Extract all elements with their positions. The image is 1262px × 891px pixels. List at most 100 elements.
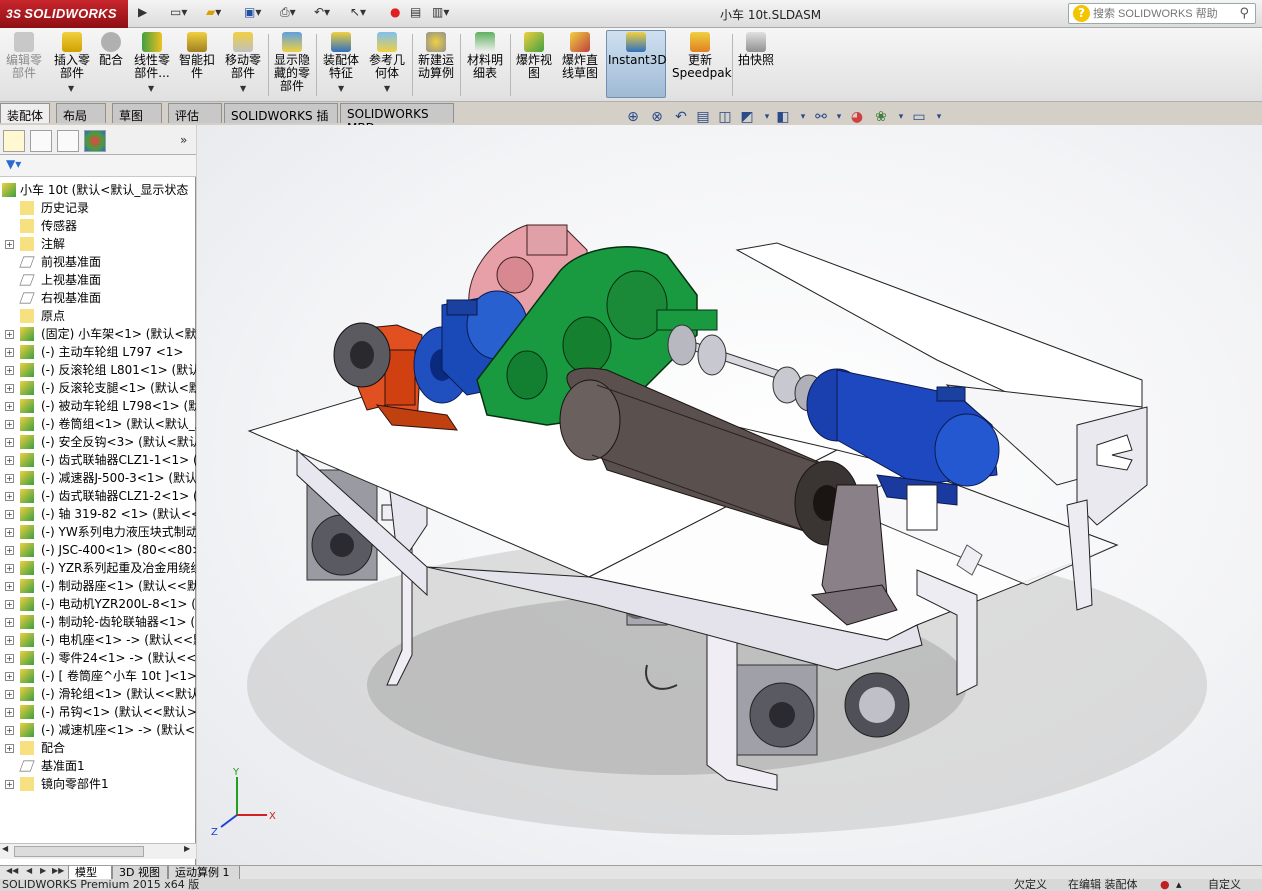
tab-assembly[interactable]: 装配体 — [0, 103, 50, 123]
chevron-down-icon[interactable]: ▼ — [240, 84, 246, 102]
mate-button[interactable]: 配合 — [96, 32, 126, 67]
show-hidden-components-button[interactable]: 显示隐 藏的零 部件 — [272, 32, 312, 93]
tree-item[interactable]: + (-) 被动车轮组 L798<1> (默 — [0, 397, 196, 415]
tree-item[interactable]: + (-) 主动车轮组 L797 <1> — [0, 343, 196, 361]
tab-solidworks-addins[interactable]: SOLIDWORKS 插件 — [224, 103, 338, 140]
tree-item[interactable]: + (-) 电动机YZR200L-8<1> (默 — [0, 595, 196, 613]
tree-item[interactable]: + (-) YW系列电力液压块式制动 — [0, 523, 196, 541]
help-question-icon[interactable]: ? — [1073, 5, 1090, 22]
tree-item[interactable]: + (-) 卷筒组<1> (默认<默认_显 — [0, 415, 196, 433]
chevron-down-icon[interactable]: ▾ — [930, 108, 948, 126]
update-speedpak-button[interactable]: 更新 Speedpak — [672, 32, 732, 80]
reference-geometry-button[interactable]: 参考几 何体 — [366, 32, 408, 80]
expand-plus-icon[interactable]: + — [5, 330, 14, 339]
feature-manager-tab-icon[interactable] — [3, 130, 25, 152]
apply-scene-icon[interactable]: ❀ — [872, 108, 890, 126]
chevron-down-icon[interactable]: ▾ — [892, 108, 910, 126]
tree-item[interactable]: + (-) 轴 319-82 <1> (默认<< — [0, 505, 196, 523]
expand-plus-icon[interactable]: + — [5, 672, 14, 681]
expand-plus-icon[interactable]: + — [5, 348, 14, 357]
undo-icon[interactable]: ↶▾ — [314, 5, 330, 23]
tab-evaluate[interactable]: 评估 — [168, 103, 222, 123]
select-arrow-icon[interactable]: ↖▾ — [350, 5, 366, 23]
help-search-box[interactable]: ? ⚲ — [1068, 3, 1256, 24]
scroll-right-icon[interactable]: ▶ — [184, 844, 190, 862]
print-icon[interactable]: ⎙▾ — [280, 5, 296, 23]
expand-plus-icon[interactable]: + — [5, 726, 14, 735]
solidworks-logo[interactable]: 3S SOLIDWORKS — [0, 0, 128, 28]
tree-item[interactable]: + 镜向零部件1 — [0, 775, 196, 793]
file-properties-icon[interactable]: ▤ — [410, 5, 421, 23]
tab-sketch[interactable]: 草图 — [112, 103, 162, 123]
tree-item[interactable]: + (-) 齿式联轴器CLZ1-1<1> (0 — [0, 451, 196, 469]
tree-item[interactable]: + (-) 滑轮组<1> (默认<<默认 — [0, 685, 196, 703]
tree-item[interactable]: + (-) 安全反钩<3> (默认<默认 — [0, 433, 196, 451]
expand-plus-icon[interactable]: + — [5, 438, 14, 447]
tree-item[interactable]: + (-) 反滚轮组 L801<1> (默认 — [0, 361, 196, 379]
scrollbar-thumb[interactable] — [14, 846, 144, 857]
chevron-down-icon[interactable]: ▾ — [794, 108, 812, 126]
tree-item[interactable]: 基准面1 — [0, 757, 196, 775]
graphics-area[interactable]: Y X Z — [197, 125, 1262, 865]
explode-line-sketch-button[interactable]: 爆炸直 线草图 — [558, 32, 602, 80]
rebuild-icon[interactable]: ● — [390, 5, 400, 23]
view-settings-icon[interactable]: ▭ — [910, 108, 928, 126]
horizontal-scrollbar[interactable]: ◀ ▶ — [0, 843, 196, 859]
tree-item[interactable]: + (-) 制动轮-齿轮联轴器<1> ( — [0, 613, 196, 631]
expand-plus-icon[interactable]: + — [5, 384, 14, 393]
expand-plus-icon[interactable]: + — [5, 402, 14, 411]
tree-item[interactable]: + 配合 — [0, 739, 196, 757]
property-manager-tab-icon[interactable] — [30, 130, 52, 152]
tree-item[interactable]: + (-) 制动器座<1> (默认<<默认 — [0, 577, 196, 595]
expand-plus-icon[interactable]: + — [5, 708, 14, 717]
tree-item[interactable]: + (-) 减速器J-500-3<1> (默认 — [0, 469, 196, 487]
tree-item[interactable]: + (-) 齿式联轴器CLZ1-2<1> (0 — [0, 487, 196, 505]
expand-plus-icon[interactable]: + — [5, 690, 14, 699]
edit-appearance-icon[interactable]: ◕ — [848, 108, 866, 126]
edit-component-button[interactable]: 编辑零 部件 — [4, 32, 44, 80]
view-orientation-icon[interactable]: ◩ — [738, 108, 756, 126]
tree-root-assembly[interactable]: 小车 10t (默认<默认_显示状态 — [0, 181, 196, 199]
chevron-right-double-icon[interactable]: » — [180, 133, 187, 151]
section-view-icon[interactable]: ▤ — [694, 108, 712, 126]
zoom-to-area-icon[interactable]: ⊗ — [648, 108, 666, 126]
options-icon[interactable]: ▥▾ — [432, 5, 449, 23]
expand-plus-icon[interactable]: + — [5, 636, 14, 645]
tree-item[interactable]: + 注解 — [0, 235, 196, 253]
expand-plus-icon[interactable]: + — [5, 528, 14, 537]
expand-plus-icon[interactable]: + — [5, 618, 14, 627]
expand-plus-icon[interactable]: + — [5, 582, 14, 591]
tab-layout[interactable]: 布局 — [56, 103, 106, 123]
exploded-view-button[interactable]: 爆炸视 图 — [514, 32, 554, 80]
dynamic-annotation-icon[interactable]: ◫ — [716, 108, 734, 126]
linear-pattern-button[interactable]: 线性零 部件... — [132, 32, 172, 80]
tab-solidworks-mbd[interactable]: SOLIDWORKS MBD — [340, 103, 454, 135]
expand-plus-icon[interactable]: + — [5, 744, 14, 753]
chevron-down-icon[interactable]: ▼ — [148, 84, 154, 102]
display-manager-tab-icon[interactable] — [84, 130, 106, 152]
bill-of-materials-button[interactable]: 材料明 细表 — [464, 32, 506, 80]
expand-arrow-icon[interactable]: ▶ — [138, 5, 147, 23]
previous-view-icon[interactable]: ↶ — [672, 108, 690, 126]
tree-item[interactable]: + (-) 零件24<1> -> (默认<<默 — [0, 649, 196, 667]
instant3d-label-group[interactable]: Instant3D — [608, 32, 667, 67]
rebuild-status-icon[interactable]: ● — [1160, 879, 1170, 891]
filter-icon[interactable]: ▼▾ — [6, 157, 21, 175]
tree-item[interactable]: + (固定) 小车架<1> (默认<默认 — [0, 325, 196, 343]
assembly-features-button[interactable]: 装配体 特征 — [320, 32, 362, 80]
tree-item[interactable]: 历史记录 — [0, 199, 196, 217]
tree-item[interactable]: 右视基准面 — [0, 289, 196, 307]
chevron-down-icon[interactable]: ▼ — [338, 84, 344, 102]
tree-item[interactable]: + (-) JSC-400<1> (80<<80>_ — [0, 541, 196, 559]
tree-item[interactable]: + (-) 电机座<1> -> (默认<<默 — [0, 631, 196, 649]
expand-plus-icon[interactable]: + — [5, 474, 14, 483]
search-icon[interactable]: ⚲ — [1239, 6, 1249, 21]
insert-component-button[interactable]: 插入零 部件 — [52, 32, 92, 80]
chevron-up-icon[interactable]: ▴ — [1176, 879, 1182, 891]
move-component-button[interactable]: 移动零 部件 — [222, 32, 264, 80]
new-motion-study-button[interactable]: 新建运 动算例 — [416, 32, 456, 80]
help-search-input[interactable] — [1093, 6, 1233, 21]
expand-plus-icon[interactable]: + — [5, 546, 14, 555]
expand-plus-icon[interactable]: + — [5, 510, 14, 519]
expand-plus-icon[interactable]: + — [5, 780, 14, 789]
